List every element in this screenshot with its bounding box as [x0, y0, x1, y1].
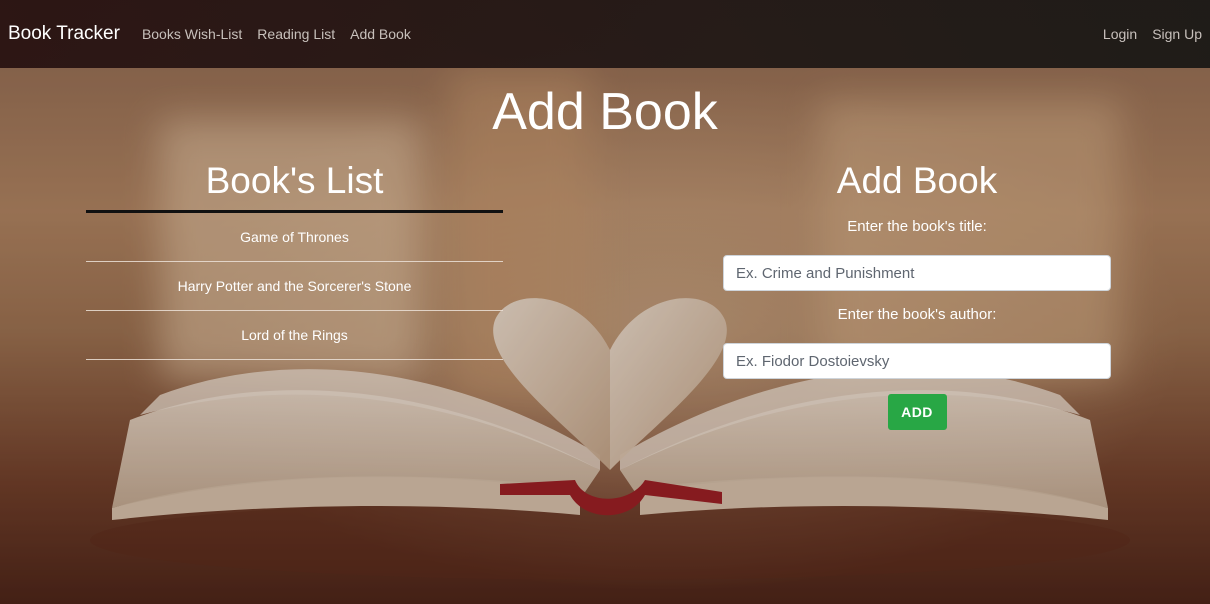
- book-list-section: Book's List Game of Thrones Harry Potter…: [86, 158, 503, 360]
- page-title: Add Book: [492, 83, 718, 141]
- author-label: Enter the book's author:: [837, 306, 997, 323]
- list-item[interactable]: Game of Thrones: [86, 213, 503, 262]
- top-navbar: Book Tracker Books Wish-List Reading Lis…: [0, 0, 1210, 68]
- nav-auth-links: Login Sign Up: [1088, 26, 1202, 42]
- login-link[interactable]: Login: [1103, 26, 1137, 42]
- nav-link-reading-list[interactable]: Reading List: [257, 26, 335, 42]
- signup-link[interactable]: Sign Up: [1152, 26, 1202, 42]
- title-label: Enter the book's title:: [847, 218, 987, 235]
- form-heading: Add Book: [836, 160, 998, 201]
- book-list-heading: Book's List: [86, 158, 503, 213]
- add-book-button[interactable]: ADD: [887, 394, 947, 430]
- list-item[interactable]: Harry Potter and the Sorcerer's Stone: [86, 262, 503, 311]
- nav-link-add-book[interactable]: Add Book: [350, 26, 411, 42]
- list-item[interactable]: Lord of the Rings: [86, 311, 503, 360]
- page: Book Tracker Books Wish-List Reading Lis…: [0, 0, 1210, 604]
- nav-link-books-wish-list[interactable]: Books Wish-List: [142, 26, 242, 42]
- author-input[interactable]: [723, 343, 1111, 379]
- title-input[interactable]: [723, 255, 1111, 291]
- add-book-form: Add Book Enter the book's title: Enter t…: [723, 158, 1111, 430]
- brand-link[interactable]: Book Tracker: [8, 23, 120, 45]
